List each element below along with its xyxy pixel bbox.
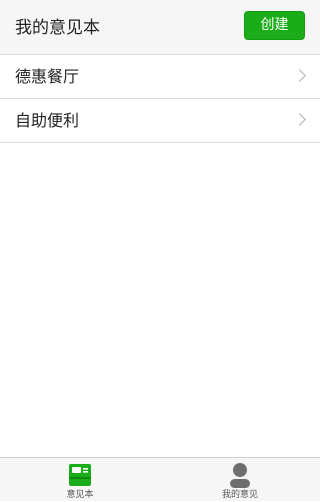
list-item-label: 德惠餐厅 xyxy=(15,67,80,86)
list-item-label: 自助便利 xyxy=(15,111,80,130)
list-item-self-service[interactable]: 自助便利 xyxy=(0,99,320,143)
tab-notebook[interactable]: 意见本 xyxy=(0,458,160,502)
chevron-right-icon xyxy=(293,69,306,82)
list-item-dehui-restaurant[interactable]: 德惠餐厅 xyxy=(0,55,320,99)
tab-label: 我的意见 xyxy=(221,490,258,500)
notebook-list: 德惠餐厅 自助便利 xyxy=(0,55,320,143)
tab-label: 意见本 xyxy=(66,490,94,500)
create-button[interactable]: 创建 xyxy=(244,11,305,40)
notebook-icon xyxy=(66,462,94,492)
tab-my-opinions[interactable]: 我的意见 xyxy=(160,458,320,502)
header: 我的意见本 创建 xyxy=(0,0,320,55)
tab-bar: 意见本 我的意见 xyxy=(0,457,320,501)
chevron-right-icon xyxy=(293,113,306,126)
page-title: 我的意见本 xyxy=(15,18,100,38)
